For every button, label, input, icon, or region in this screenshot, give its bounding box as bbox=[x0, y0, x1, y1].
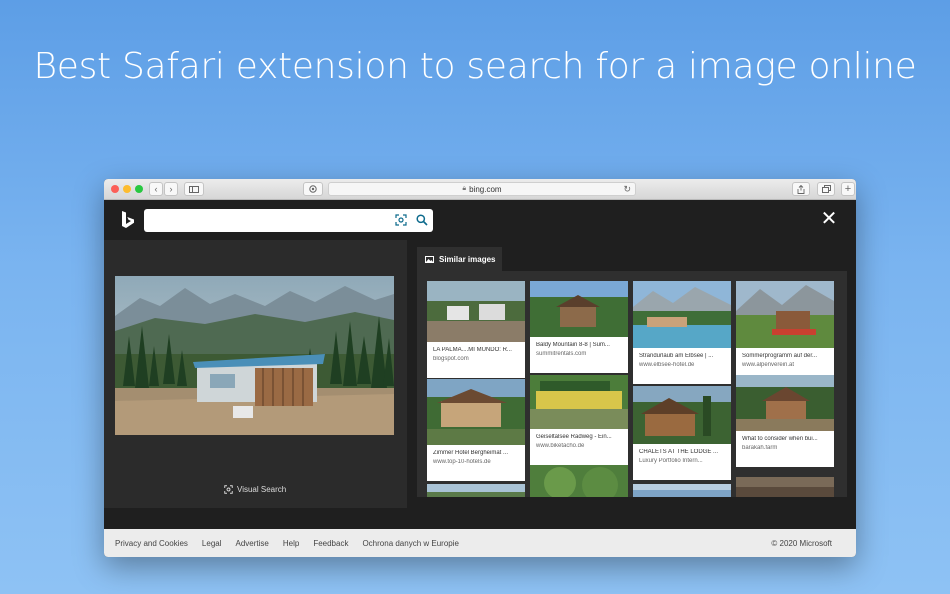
footer-link-data-protection[interactable]: Ochrona danych w Europie bbox=[362, 539, 459, 548]
new-tab-button[interactable]: + bbox=[841, 182, 855, 196]
search-icon[interactable] bbox=[416, 214, 428, 226]
result-domain: www.alpenverein.at bbox=[742, 362, 795, 368]
footer: Privacy and Cookies Legal Advertise Help… bbox=[104, 529, 856, 557]
result-thumbnail bbox=[530, 465, 628, 497]
result-domain: www.top-10-hotels.de bbox=[433, 459, 491, 465]
result-thumbnail bbox=[530, 375, 628, 429]
result-domain: blogspot.com bbox=[433, 356, 469, 362]
result-title: LA PALMA....MI MUNDO: R... bbox=[433, 347, 512, 353]
similar-images-grid: LA PALMA....MI MUNDO: R... blogspot.com Z… bbox=[417, 271, 847, 497]
result-card[interactable] bbox=[736, 477, 834, 497]
bing-bottom-bar bbox=[104, 508, 856, 529]
result-domain: summitrentals.com bbox=[536, 351, 587, 357]
forward-button[interactable]: › bbox=[164, 182, 178, 196]
share-icon bbox=[797, 184, 805, 194]
share-button[interactable] bbox=[792, 182, 810, 196]
result-card[interactable] bbox=[633, 484, 731, 497]
footer-link-advertise[interactable]: Advertise bbox=[236, 539, 269, 548]
title-bar: ‹ › 🔒︎ bing.com ↻ + bbox=[104, 179, 856, 200]
footer-link-privacy[interactable]: Privacy and Cookies bbox=[115, 539, 188, 548]
headline: Best Safari extension to search for a im… bbox=[33, 46, 917, 87]
visual-search-label: Visual Search bbox=[237, 485, 287, 494]
sidebar-icon bbox=[189, 185, 199, 193]
result-card[interactable]: What to consider when bui... barakah.farm bbox=[736, 375, 834, 467]
result-thumbnail bbox=[427, 379, 525, 445]
tabs-button[interactable] bbox=[817, 182, 835, 196]
sidebar-button[interactable] bbox=[184, 182, 204, 196]
result-title: Geiseltalsee Radweg - Ein... bbox=[536, 434, 612, 440]
result-card[interactable] bbox=[427, 484, 525, 497]
result-card[interactable]: LA PALMA....MI MUNDO: R... blogspot.com bbox=[427, 281, 525, 378]
reload-icon[interactable]: ↻ bbox=[623, 184, 631, 195]
result-domain: barakah.farm bbox=[742, 445, 778, 451]
query-image[interactable] bbox=[115, 276, 394, 435]
visual-search-icon[interactable] bbox=[395, 214, 407, 226]
result-thumbnail bbox=[633, 281, 731, 348]
footer-link-legal[interactable]: Legal bbox=[202, 539, 222, 548]
safari-window: ‹ › 🔒︎ bing.com ↻ + ✕ Visual Search Simi… bbox=[104, 179, 856, 557]
lock-icon: 🔒︎ bbox=[462, 185, 467, 192]
result-domain: Luxury Portfolio Intern... bbox=[639, 458, 703, 464]
query-image-pane: Visual Search bbox=[104, 240, 407, 508]
result-thumbnail bbox=[633, 386, 731, 444]
copyright: © 2020 Microsoft bbox=[771, 539, 832, 548]
result-title: Strandurlaub am Elbsee | ... bbox=[639, 353, 714, 359]
result-card[interactable]: Sommerprogramm auf der... www.alpenverein… bbox=[736, 281, 834, 384]
result-card[interactable]: CHALETS AT THE LODGE ... Luxury Portfolio… bbox=[633, 386, 731, 480]
result-title: Zimmer Hotel Bergheimat ... bbox=[433, 450, 509, 456]
result-card[interactable]: Strandurlaub am Elbsee | ... www.elbsee-h… bbox=[633, 281, 731, 384]
address-bar[interactable]: 🔒︎ bing.com ↻ bbox=[328, 182, 636, 196]
result-thumbnail bbox=[736, 281, 834, 348]
result-thumbnail bbox=[427, 281, 525, 342]
footer-link-help[interactable]: Help bbox=[283, 539, 299, 548]
bing-header: ✕ bbox=[104, 200, 856, 240]
url-text: bing.com bbox=[469, 184, 502, 194]
result-thumbnail bbox=[427, 484, 525, 497]
back-button[interactable]: ‹ bbox=[149, 182, 163, 196]
tab-similar-images[interactable]: Similar images bbox=[417, 247, 502, 271]
result-title: What to consider when bui... bbox=[742, 436, 818, 442]
results-pane: Similar images LA PALMA....MI MUNDO: R..… bbox=[407, 240, 856, 508]
result-title: CHALETS AT THE LODGE ... bbox=[639, 449, 719, 455]
zoom-window-icon[interactable] bbox=[135, 185, 143, 193]
result-card[interactable] bbox=[530, 465, 628, 497]
result-thumbnail bbox=[633, 484, 731, 497]
result-domain: www.biketacho.de bbox=[536, 443, 585, 449]
close-icon[interactable]: ✕ bbox=[820, 209, 838, 229]
search-box[interactable] bbox=[144, 209, 433, 232]
search-input[interactable] bbox=[150, 213, 380, 228]
result-thumbnail bbox=[530, 281, 628, 337]
cabin-landscape-image bbox=[115, 276, 394, 435]
result-card[interactable]: Zimmer Hotel Bergheimat ... www.top-10-ho… bbox=[427, 379, 525, 481]
shield-icon bbox=[309, 185, 317, 193]
tab-similar-label: Similar images bbox=[439, 254, 496, 264]
result-card[interactable]: Geiseltalsee Radweg - Ein... www.biketach… bbox=[530, 375, 628, 465]
visual-search-button[interactable]: Visual Search bbox=[224, 485, 286, 494]
visual-search-small-icon bbox=[224, 485, 233, 494]
result-card[interactable]: Baldy Mountain 8-8 | Sum... summitrentals… bbox=[530, 281, 628, 373]
footer-link-feedback[interactable]: Feedback bbox=[313, 539, 348, 548]
result-title: Sommerprogramm auf der... bbox=[742, 353, 818, 359]
image-icon bbox=[425, 255, 434, 263]
close-window-icon[interactable] bbox=[111, 185, 119, 193]
result-thumbnail bbox=[736, 477, 834, 497]
tabs-icon bbox=[821, 185, 831, 193]
bing-logo[interactable] bbox=[120, 210, 136, 230]
result-title: Baldy Mountain 8-8 | Sum... bbox=[536, 342, 610, 348]
result-thumbnail bbox=[736, 375, 834, 431]
privacy-button[interactable] bbox=[303, 182, 323, 196]
minimize-window-icon[interactable] bbox=[123, 185, 131, 193]
result-domain: www.elbsee-hotel.de bbox=[639, 362, 695, 368]
